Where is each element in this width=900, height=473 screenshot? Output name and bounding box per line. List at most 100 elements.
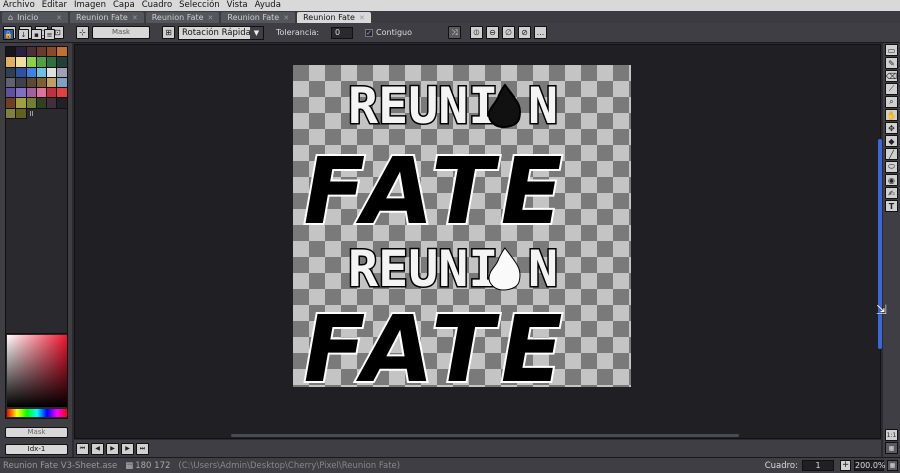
- palette-swatch[interactable]: [6, 98, 17, 109]
- horizontal-scrollbar[interactable]: [231, 434, 739, 437]
- blur-icon[interactable]: ✍: [885, 187, 898, 199]
- eraser-icon[interactable]: ⌫: [885, 70, 898, 82]
- color-picker[interactable]: [5, 333, 68, 419]
- ellipse-icon[interactable]: ⬭: [885, 161, 898, 173]
- flip-both-icon[interactable]: ∅: [502, 26, 515, 39]
- palette-swatch[interactable]: [16, 67, 27, 78]
- menu-seleccion[interactable]: Selección: [179, 0, 220, 11]
- palette-swatch[interactable]: [47, 57, 58, 68]
- layers-icon[interactable]: ▦: [885, 442, 898, 454]
- transparent-color-icon[interactable]: ⊞: [162, 26, 175, 39]
- menu-imagen[interactable]: Imagen: [74, 0, 106, 11]
- flip-h-icon[interactable]: ⦶: [470, 26, 483, 39]
- close-icon[interactable]: ✕: [283, 14, 289, 22]
- mask-color-button[interactable]: Mask: [92, 26, 150, 39]
- palette-swatch[interactable]: [26, 77, 37, 89]
- color-hue-bar[interactable]: [7, 409, 67, 417]
- palette-swatch[interactable]: [57, 88, 68, 99]
- menu-capa[interactable]: Capa: [113, 0, 135, 11]
- palette-swatch[interactable]: [26, 88, 37, 99]
- tab-document[interactable]: Reunion Fate ✕: [145, 12, 220, 23]
- drop-pixels-icon[interactable]: ⤨: [448, 26, 461, 39]
- close-icon[interactable]: ✕: [359, 14, 365, 22]
- menu-vista[interactable]: Vista: [227, 0, 248, 11]
- add-frame-button[interactable]: +: [840, 460, 851, 471]
- flip-v-icon[interactable]: ⊖: [486, 26, 499, 39]
- palette-swatch[interactable]: [26, 67, 37, 78]
- next-frame-icon[interactable]: ▶: [121, 442, 134, 455]
- palette-swatch[interactable]: [16, 98, 27, 109]
- palette-swatch[interactable]: [26, 98, 37, 109]
- move-icon[interactable]: ✥: [885, 122, 898, 134]
- palette-swatch[interactable]: [16, 108, 27, 120]
- palette-swatch[interactable]: [6, 57, 17, 68]
- palette-swatch[interactable]: [57, 67, 68, 78]
- menu-cuadro[interactable]: Cuadro: [142, 0, 172, 11]
- last-frame-icon[interactable]: ⏭: [136, 442, 149, 455]
- contour-icon[interactable]: ◉: [885, 174, 898, 186]
- palette-swatch[interactable]: [6, 77, 17, 89]
- rotation-select[interactable]: Rotación Rápida ▼: [178, 25, 264, 40]
- palette-swatch[interactable]: [6, 108, 17, 120]
- tolerance-input[interactable]: 0: [331, 26, 354, 39]
- sprite-image[interactable]: REUNI N FATE REUNI N FATE: [293, 65, 631, 387]
- fill-icon[interactable]: ◆: [885, 135, 898, 147]
- frame-input[interactable]: 1: [802, 460, 834, 471]
- palette-swatch[interactable]: [26, 47, 37, 58]
- palette-swatch[interactable]: [36, 67, 48, 78]
- palette-swatch[interactable]: [47, 67, 58, 78]
- palette-swatch[interactable]: [47, 77, 58, 89]
- more-button[interactable]: ...: [534, 26, 547, 39]
- palette-swatch[interactable]: [6, 67, 17, 78]
- palette-swatch[interactable]: [16, 77, 27, 89]
- text-icon[interactable]: T: [885, 200, 898, 212]
- actual-size-icon[interactable]: 1:1: [885, 429, 898, 441]
- zoom-input[interactable]: 200.0%: [854, 460, 886, 471]
- palette-grid[interactable]: II: [5, 46, 68, 366]
- tab-document[interactable]: Reunion Fate ✕: [70, 12, 144, 23]
- palette-swatch[interactable]: [57, 98, 68, 109]
- eyedropper-icon[interactable]: ⟋: [885, 83, 898, 95]
- palette-options-icon[interactable]: ▪: [31, 29, 42, 40]
- pencil-icon[interactable]: ✎: [885, 57, 898, 69]
- zoom-icon[interactable]: ⌕: [885, 96, 898, 108]
- palette-swatch[interactable]: [47, 47, 58, 58]
- palette-swatch[interactable]: [47, 98, 58, 109]
- palette-swatch[interactable]: [36, 98, 48, 109]
- menu-archivo[interactable]: Archivo: [3, 0, 35, 11]
- palette-swatch[interactable]: [36, 77, 48, 89]
- menu-editar[interactable]: Editar: [42, 0, 67, 11]
- close-icon[interactable]: ✕: [132, 14, 138, 22]
- line-icon[interactable]: ╱: [885, 148, 898, 160]
- sort-icon[interactable]: ↓: [18, 29, 29, 40]
- palette-swatch[interactable]: [16, 47, 27, 58]
- color-index-field[interactable]: Idx-1: [5, 444, 68, 455]
- palette-swatch[interactable]: [36, 47, 48, 58]
- tab-document-active[interactable]: Reunion Fate ✕: [297, 12, 371, 23]
- close-icon[interactable]: ✕: [56, 14, 62, 22]
- tab-document[interactable]: Reunion Fate ✕: [221, 12, 296, 23]
- palette-swatch[interactable]: [16, 57, 27, 68]
- pivot-icon[interactable]: ⊹: [76, 26, 89, 39]
- contiguous-checkbox[interactable]: ✓ Contiguo: [365, 28, 412, 37]
- prev-frame-icon[interactable]: ◀: [91, 442, 104, 455]
- first-frame-icon[interactable]: ⏮: [76, 442, 89, 455]
- fg-bg-color-button[interactable]: Mask: [5, 427, 68, 438]
- close-icon[interactable]: ✕: [208, 14, 214, 22]
- zoom-options-icon[interactable]: ▦: [887, 460, 898, 471]
- palette-swatch[interactable]: [57, 57, 68, 68]
- palette-swatch[interactable]: [57, 47, 68, 58]
- marquee-icon[interactable]: ▭: [885, 44, 898, 56]
- menu-icon[interactable]: ≡: [44, 29, 55, 40]
- play-icon[interactable]: ▶: [106, 442, 119, 455]
- palette-swatch[interactable]: [6, 88, 17, 99]
- color-saturation-field[interactable]: [7, 335, 67, 407]
- menu-ayuda[interactable]: Ayuda: [255, 0, 281, 11]
- palette-swatch[interactable]: [57, 77, 68, 89]
- lock-icon[interactable]: 🔒: [3, 29, 14, 40]
- hand-icon[interactable]: ✋: [885, 109, 898, 121]
- tab-home[interactable]: ⌂ Inicio ✕: [2, 12, 68, 23]
- palette-swatch[interactable]: [36, 88, 48, 99]
- editor-canvas[interactable]: REUNI N FATE REUNI N FATE: [74, 44, 881, 439]
- palette-swatch[interactable]: [16, 88, 27, 99]
